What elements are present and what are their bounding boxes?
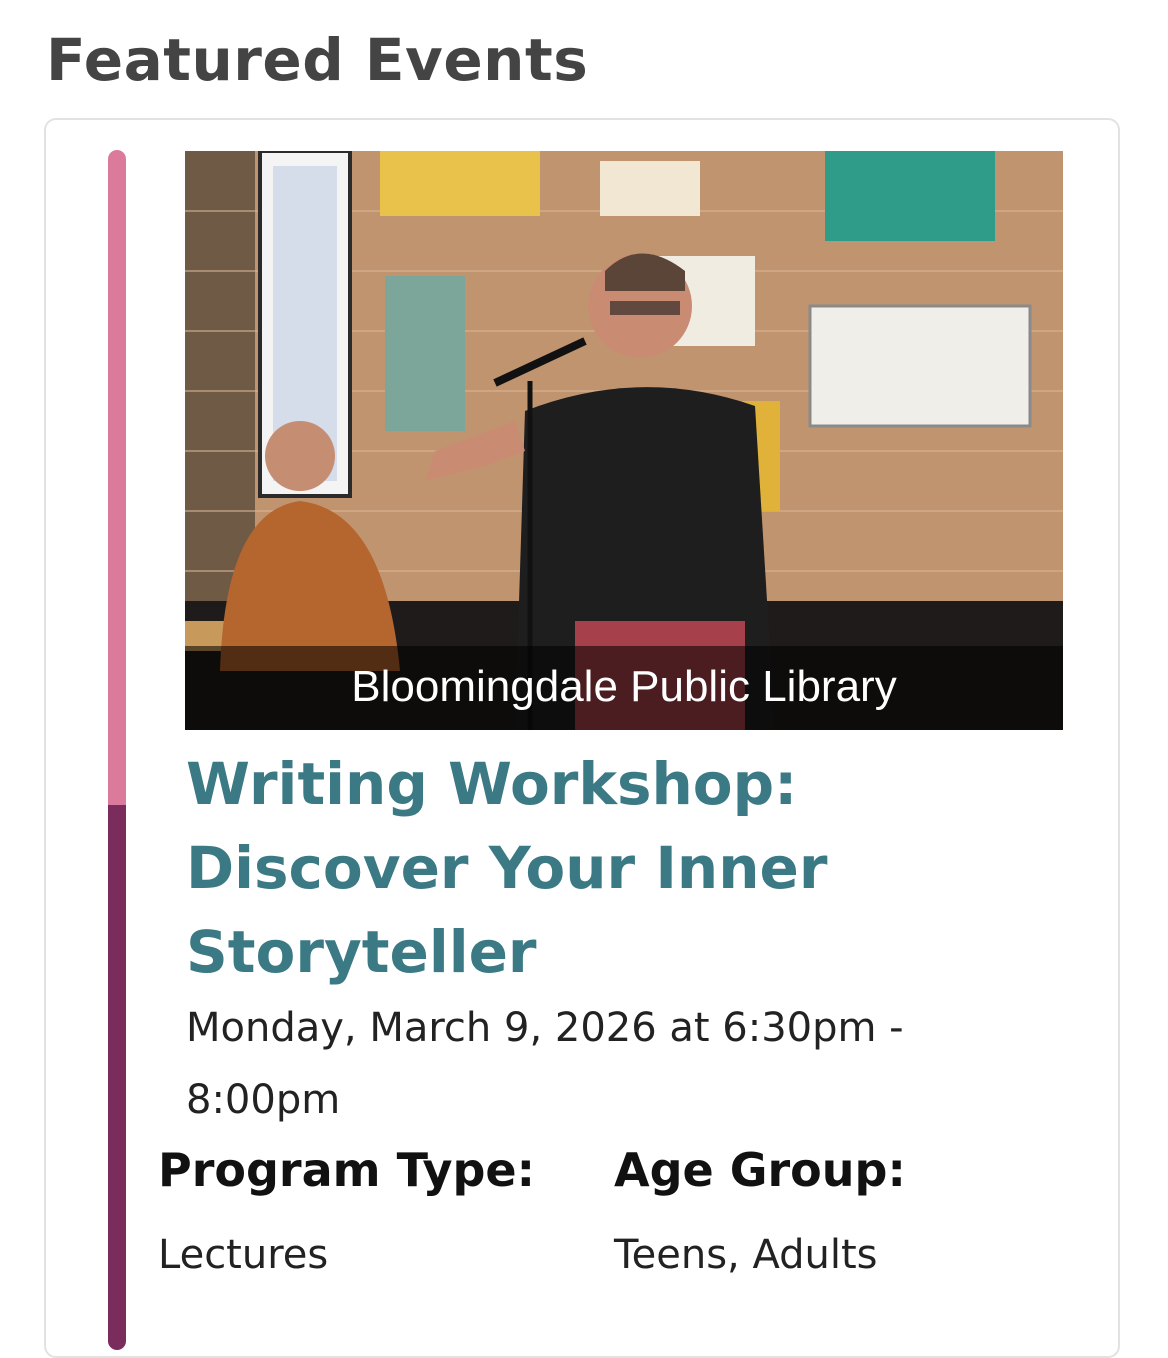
program-type-label: Program Type: bbox=[158, 1143, 536, 1197]
event-image[interactable]: Bloomingdale Public Library bbox=[185, 151, 1063, 730]
image-caption: Bloomingdale Public Library bbox=[185, 646, 1063, 730]
event-photo bbox=[185, 151, 1063, 730]
age-group-value: Teens, Adults bbox=[614, 1232, 878, 1278]
event-title-link[interactable]: Writing Workshop: Discover Your Inner St… bbox=[186, 742, 1066, 994]
event-card[interactable]: Bloomingdale Public Library Writing Work… bbox=[44, 118, 1120, 1358]
event-accent-bar bbox=[108, 150, 126, 1350]
age-group-label: Age Group: bbox=[614, 1143, 906, 1197]
event-datetime: Monday, March 9, 2026 at 6:30pm - 8:00pm bbox=[186, 1005, 904, 1123]
page-title: Featured Events bbox=[46, 26, 589, 94]
program-type-value: Lectures bbox=[158, 1232, 329, 1278]
